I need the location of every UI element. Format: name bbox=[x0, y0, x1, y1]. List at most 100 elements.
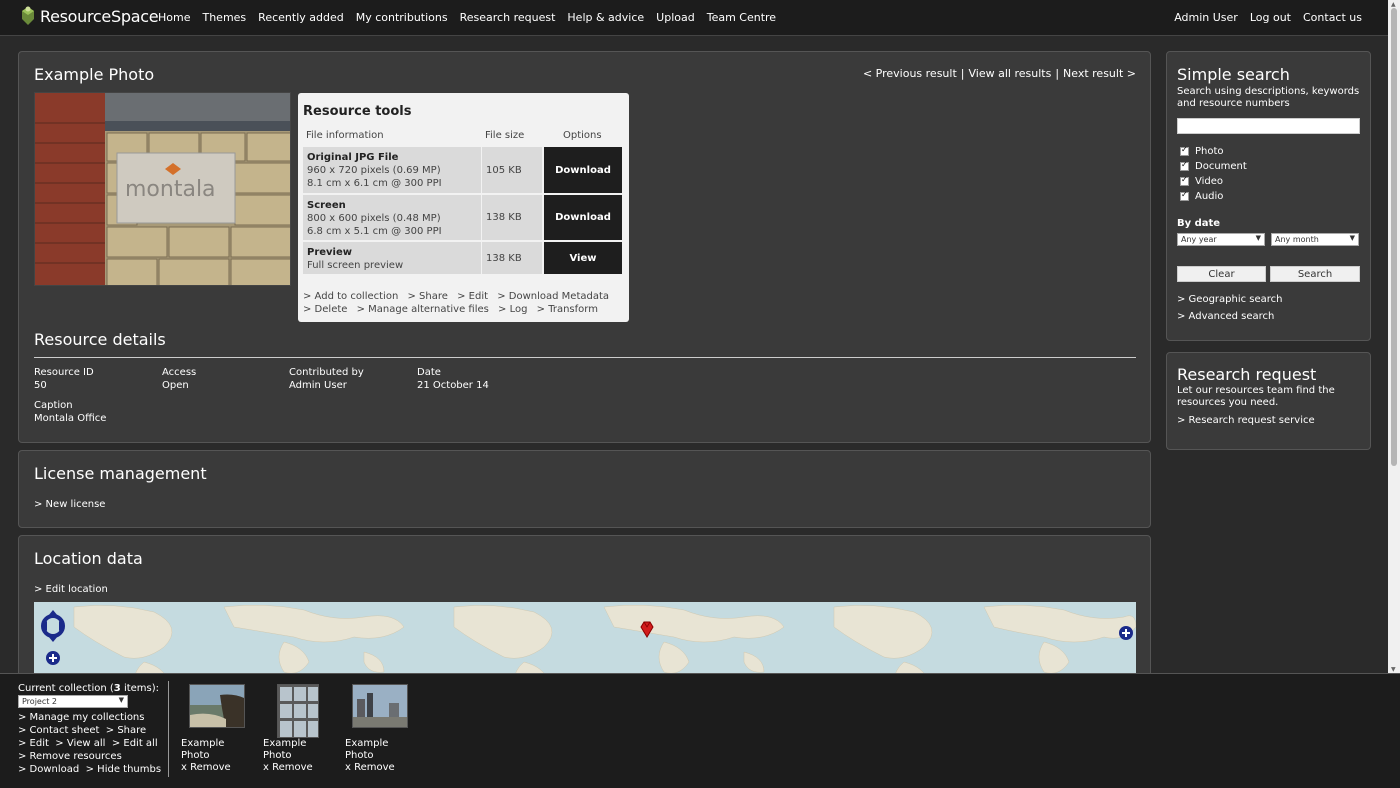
filter-label: Document bbox=[1195, 161, 1247, 172]
view-all-link[interactable]: > View all bbox=[55, 738, 105, 749]
search-input[interactable] bbox=[1177, 118, 1360, 134]
nav-my-contributions[interactable]: My contributions bbox=[356, 11, 448, 24]
remove-from-collection-link[interactable]: x Remove bbox=[263, 762, 343, 774]
separator: | bbox=[1055, 67, 1060, 80]
result-navigation: < Previous result | View all results | N… bbox=[863, 67, 1136, 80]
collection-item-title[interactable]: Photo bbox=[181, 750, 261, 762]
previous-result-link[interactable]: < Previous result bbox=[863, 67, 957, 80]
download-screen-button[interactable]: Download bbox=[544, 195, 622, 240]
simple-search-title: Simple search bbox=[1177, 65, 1290, 84]
collection-thumbnail[interactable] bbox=[352, 684, 408, 728]
geographic-search-link[interactable]: > Geographic search bbox=[1177, 294, 1283, 305]
edit-link[interactable]: > Edit bbox=[457, 291, 488, 302]
nav-upload[interactable]: Upload bbox=[656, 11, 695, 24]
user-link[interactable]: Admin User bbox=[1174, 11, 1238, 24]
edit-location-link[interactable]: > Edit location bbox=[34, 584, 108, 595]
nav-help-advice[interactable]: Help & advice bbox=[567, 11, 644, 24]
detail-value: Admin User bbox=[289, 380, 347, 391]
collection-share-link[interactable]: > Share bbox=[106, 725, 146, 736]
detail-access: Access Open bbox=[162, 366, 196, 392]
manage-collections-link[interactable]: > Manage my collections bbox=[18, 712, 144, 723]
collection-item-title[interactable]: Example bbox=[345, 738, 425, 750]
filter-video[interactable]: Video bbox=[1180, 175, 1223, 187]
nav-team-centre[interactable]: Team Centre bbox=[707, 11, 776, 24]
file-name: Original JPG File bbox=[307, 152, 399, 163]
remove-from-collection-link[interactable]: x Remove bbox=[345, 762, 425, 774]
nav-research-request[interactable]: Research request bbox=[460, 11, 556, 24]
logo[interactable]: ResourceSpace bbox=[18, 5, 159, 27]
file-info: Original JPG File 960 x 720 pixels (0.69… bbox=[303, 147, 481, 193]
collection-item-title[interactable]: Example bbox=[263, 738, 343, 750]
file-info: Screen 800 x 600 pixels (0.48 MP) 6.8 cm… bbox=[303, 195, 481, 240]
nav-themes[interactable]: Themes bbox=[202, 11, 246, 24]
scroll-up-icon[interactable]: ▲ bbox=[1391, 1, 1396, 8]
view-all-results-link[interactable]: View all results bbox=[969, 67, 1052, 80]
advanced-search-link[interactable]: > Advanced search bbox=[1177, 311, 1274, 322]
manage-alternative-files-link[interactable]: > Manage alternative files bbox=[357, 304, 489, 315]
month-select[interactable]: Any month ▼ bbox=[1271, 233, 1359, 246]
location-map[interactable] bbox=[34, 602, 1136, 682]
photo-checkbox[interactable] bbox=[1180, 145, 1189, 156]
collection-select[interactable]: Project 2 ▼ bbox=[18, 695, 128, 708]
video-checkbox[interactable] bbox=[1180, 175, 1189, 186]
remove-resources-link[interactable]: > Remove resources bbox=[18, 751, 122, 762]
new-license-link[interactable]: > New license bbox=[34, 499, 105, 510]
collection-item-title[interactable]: Example bbox=[181, 738, 261, 750]
resource-action-links: > Add to collection > Share > Edit > Dow… bbox=[303, 290, 615, 316]
table-row: Screen 800 x 600 pixels (0.48 MP) 6.8 cm… bbox=[303, 195, 623, 240]
filter-document[interactable]: Document bbox=[1180, 160, 1247, 172]
map-zoom-in-icon[interactable] bbox=[46, 651, 60, 665]
year-select[interactable]: Any year ▼ bbox=[1177, 233, 1265, 246]
logout-link[interactable]: Log out bbox=[1250, 11, 1291, 24]
map-marker-icon[interactable] bbox=[640, 620, 654, 638]
map-layer-switcher-icon[interactable] bbox=[1119, 626, 1133, 640]
delete-link[interactable]: > Delete bbox=[303, 304, 347, 315]
download-metadata-link[interactable]: > Download Metadata bbox=[497, 291, 609, 302]
file-size: 138 KB bbox=[482, 242, 542, 274]
resource-panel: Example Photo < Previous result | View a… bbox=[18, 51, 1151, 443]
view-preview-button[interactable]: View bbox=[544, 242, 622, 274]
resource-preview-image[interactable]: montala bbox=[34, 92, 291, 286]
detail-label: Access bbox=[162, 367, 197, 378]
research-request-panel: Research request Let our resources team … bbox=[1166, 352, 1371, 450]
hide-thumbs-link[interactable]: > Hide thumbs bbox=[86, 764, 161, 775]
month-select-value: Any month bbox=[1275, 235, 1319, 244]
detail-value: Montala Office bbox=[34, 413, 107, 424]
contact-sheet-link[interactable]: > Contact sheet bbox=[18, 725, 99, 736]
share-link[interactable]: > Share bbox=[407, 291, 447, 302]
scrollbar-thumb[interactable] bbox=[1391, 8, 1397, 466]
filter-audio[interactable]: Audio bbox=[1180, 190, 1224, 202]
top-header: ResourceSpace Home Themes Recently added… bbox=[0, 0, 1388, 36]
detail-date: Date 21 October 14 bbox=[417, 366, 489, 392]
nav-home[interactable]: Home bbox=[158, 11, 190, 24]
contact-link[interactable]: Contact us bbox=[1303, 11, 1362, 24]
audio-checkbox[interactable] bbox=[1180, 190, 1189, 201]
collection-download-link[interactable]: > Download bbox=[18, 764, 79, 775]
transform-link[interactable]: > Transform bbox=[537, 304, 598, 315]
collection-item-title[interactable]: Photo bbox=[263, 750, 343, 762]
add-to-collection-link[interactable]: > Add to collection bbox=[303, 291, 398, 302]
scroll-down-icon[interactable]: ▼ bbox=[1391, 666, 1396, 673]
file-name: Screen bbox=[307, 200, 346, 211]
log-link[interactable]: > Log bbox=[498, 304, 527, 315]
next-result-link[interactable]: Next result > bbox=[1063, 67, 1136, 80]
table-row: Original JPG File 960 x 720 pixels (0.69… bbox=[303, 147, 623, 193]
download-original-button[interactable]: Download bbox=[544, 147, 622, 193]
edit-all-link[interactable]: > Edit all bbox=[112, 738, 158, 749]
collection-item-title[interactable]: Photo bbox=[345, 750, 425, 762]
document-checkbox[interactable] bbox=[1180, 160, 1189, 171]
filter-label: Audio bbox=[1195, 191, 1224, 202]
filter-photo[interactable]: Photo bbox=[1180, 145, 1224, 157]
collection-thumbnail[interactable] bbox=[189, 684, 245, 728]
map-pan-control[interactable] bbox=[40, 608, 66, 644]
clear-button[interactable]: Clear bbox=[1177, 266, 1266, 282]
research-request-service-link[interactable]: > Research request service bbox=[1177, 415, 1315, 426]
page-scrollbar[interactable]: ▲ ▼ bbox=[1388, 0, 1400, 673]
nav-recently-added[interactable]: Recently added bbox=[258, 11, 344, 24]
search-button[interactable]: Search bbox=[1270, 266, 1360, 282]
collection-thumbnail[interactable] bbox=[277, 684, 319, 738]
remove-from-collection-link[interactable]: x Remove bbox=[181, 762, 261, 774]
detail-label: Caption bbox=[34, 400, 73, 411]
collection-edit-link[interactable]: > Edit bbox=[18, 738, 49, 749]
collection-links: > Manage my collections > Contact sheet … bbox=[18, 711, 161, 776]
